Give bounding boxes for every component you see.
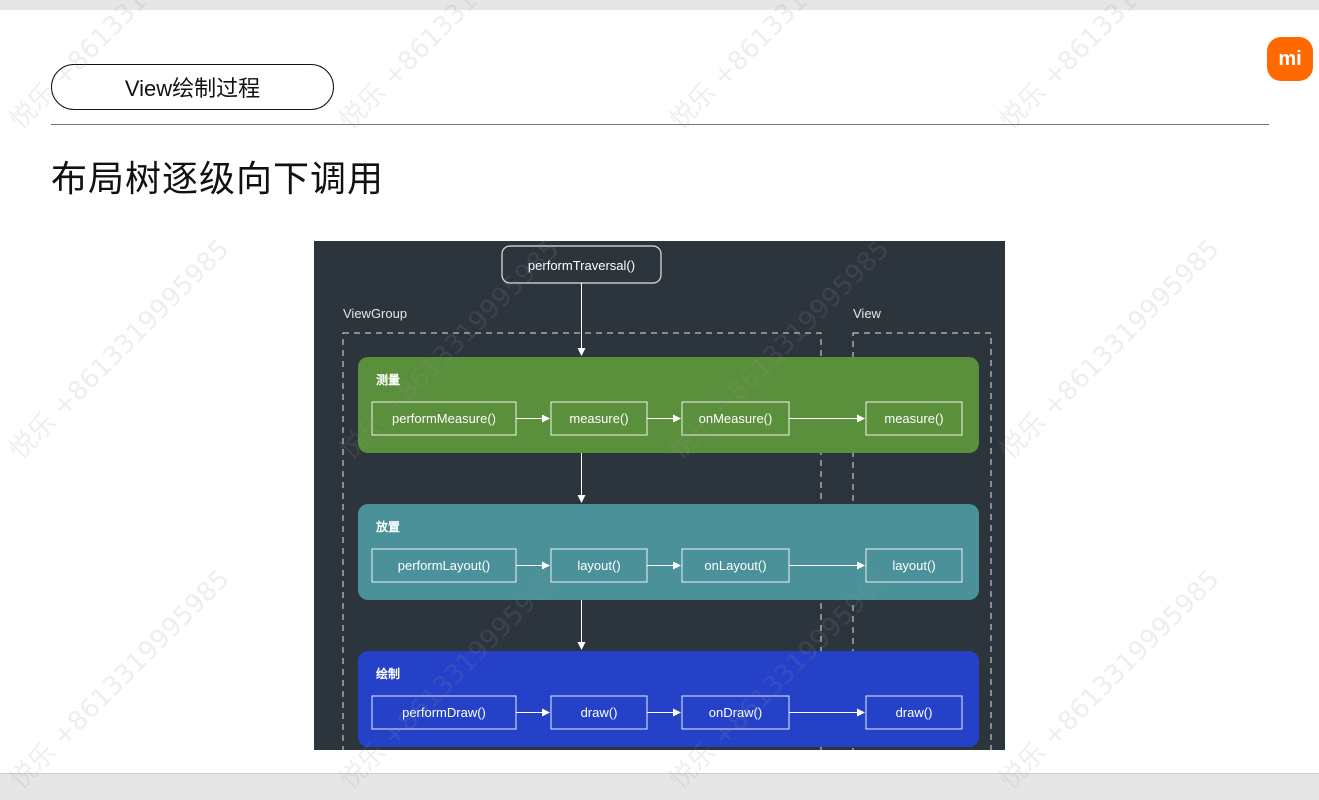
stage-label: 测量 xyxy=(376,372,400,387)
section-tag: View绘制过程 xyxy=(51,64,334,110)
step-label: measure() xyxy=(569,411,628,426)
view-step-label: measure() xyxy=(884,411,943,426)
step-label: onDraw() xyxy=(709,705,762,720)
mi-logo-icon: mi xyxy=(1267,37,1313,81)
step-label: performDraw() xyxy=(402,705,486,720)
step-label: layout() xyxy=(577,558,620,573)
diagram-canvas: ViewGroup View performTraversal() 测量 perf… xyxy=(342,245,992,750)
window-bottom-bar xyxy=(0,773,1319,800)
stage-band xyxy=(358,357,979,453)
step-label: draw() xyxy=(581,705,618,720)
window-top-bar xyxy=(0,0,1319,10)
stage-label: 绘制 xyxy=(376,666,400,681)
slide-headline: 布局树逐级向下调用 xyxy=(51,159,385,200)
divider xyxy=(51,124,1269,125)
view-step-label: draw() xyxy=(896,705,933,720)
root-node-label: performTraversal() xyxy=(528,258,635,273)
view-step-label: layout() xyxy=(892,558,935,573)
step-label: onLayout() xyxy=(704,558,766,573)
step-label: onMeasure() xyxy=(699,411,773,426)
view-draw-diagram: ViewGroup View performTraversal() 测量 perf… xyxy=(314,241,1005,750)
step-label: performLayout() xyxy=(398,558,490,573)
stage-label: 放置 xyxy=(375,519,400,534)
step-label: performMeasure() xyxy=(392,411,496,426)
view-label: View xyxy=(853,306,882,321)
viewgroup-label: ViewGroup xyxy=(343,306,407,321)
stage-band xyxy=(358,504,979,600)
stage-band xyxy=(358,651,979,747)
